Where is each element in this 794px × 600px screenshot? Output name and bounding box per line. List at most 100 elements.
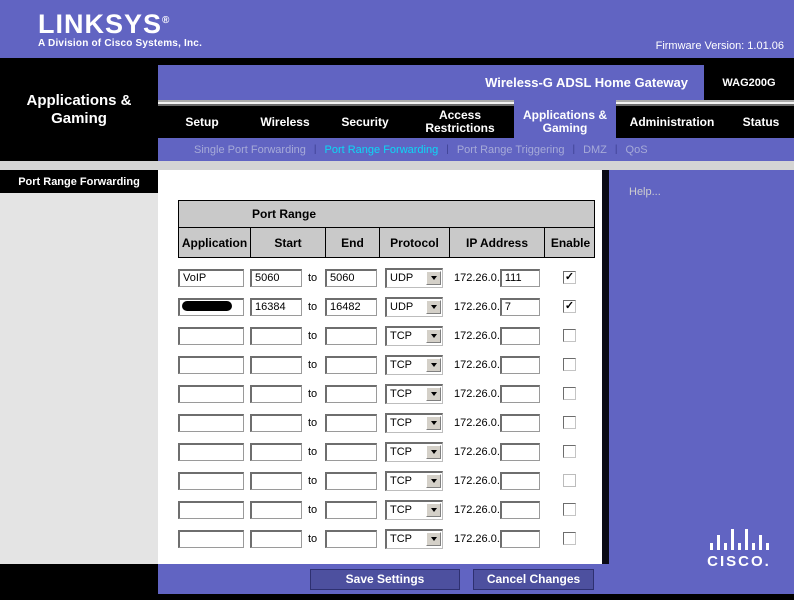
cancel-changes-button[interactable]: Cancel Changes [473, 569, 594, 590]
ip-last-octet-input[interactable] [500, 356, 540, 374]
ip-last-octet-input[interactable] [500, 443, 540, 461]
subnav-item-qos[interactable]: QoS [626, 144, 648, 156]
table-column-headers: ApplicationStartEndProtocolIP AddressEna… [178, 228, 595, 258]
enable-checkbox[interactable] [563, 532, 576, 545]
start-port-cell: to [250, 269, 325, 287]
protocol-select[interactable]: TCP [385, 471, 443, 491]
tab-administration[interactable]: Administration [616, 106, 728, 138]
start-port-input[interactable] [250, 356, 302, 374]
end-port-input[interactable] [325, 472, 377, 490]
ip-last-octet-input[interactable] [500, 530, 540, 548]
ip-last-octet-input[interactable] [500, 269, 540, 287]
cisco-bar [738, 543, 741, 550]
start-port-input[interactable] [250, 385, 302, 403]
enable-checkbox[interactable] [563, 416, 576, 429]
protocol-cell: TCP [379, 384, 449, 404]
application-input[interactable] [178, 356, 244, 374]
ip-last-octet-input[interactable] [500, 385, 540, 403]
start-port-input[interactable] [250, 530, 302, 548]
application-input[interactable] [178, 385, 244, 403]
tab-access-restrictions[interactable]: Access Restrictions [406, 106, 514, 138]
subnav-item-port-range-triggering[interactable]: Port Range Triggering [457, 144, 565, 156]
ip-prefix-label: 172.26.0. [454, 272, 500, 284]
start-port-input[interactable] [250, 298, 302, 316]
protocol-select[interactable]: TCP [385, 442, 443, 462]
ip-address-cell: 172.26.0. [449, 414, 544, 432]
start-port-input[interactable] [250, 327, 302, 345]
application-input[interactable] [178, 501, 244, 519]
enable-cell [544, 474, 595, 487]
start-port-input[interactable] [250, 269, 302, 287]
end-port-input[interactable] [325, 327, 377, 345]
start-port-input[interactable] [250, 414, 302, 432]
application-input[interactable] [178, 530, 244, 548]
ip-last-octet-input[interactable] [500, 298, 540, 316]
ip-last-octet-input[interactable] [500, 501, 540, 519]
protocol-select[interactable]: TCP [385, 384, 443, 404]
dropdown-button[interactable] [426, 503, 441, 517]
start-port-input[interactable] [250, 472, 302, 490]
protocol-select[interactable]: TCP [385, 529, 443, 549]
application-input[interactable] [178, 443, 244, 461]
end-port-input[interactable] [325, 269, 377, 287]
content-top-band [0, 161, 794, 170]
end-port-cell [325, 384, 379, 403]
protocol-select[interactable]: TCP [385, 413, 443, 433]
dropdown-button[interactable] [426, 416, 441, 430]
enable-checkbox[interactable] [563, 358, 576, 371]
protocol-select[interactable]: TCP [385, 326, 443, 346]
start-port-input[interactable] [250, 443, 302, 461]
end-port-input[interactable] [325, 414, 377, 432]
ip-last-octet-input[interactable] [500, 327, 540, 345]
dropdown-button[interactable] [426, 532, 441, 546]
end-port-input[interactable] [325, 530, 377, 548]
linksys-wordmark: LINKSYS® [38, 8, 202, 37]
application-cell [178, 529, 250, 548]
table-row: toTCP172.26.0. [178, 379, 595, 408]
tab-label: Administration [630, 116, 715, 129]
enable-checkbox[interactable] [563, 503, 576, 516]
protocol-select[interactable]: TCP [385, 355, 443, 375]
tab-wireless[interactable]: Wireless [246, 106, 324, 138]
start-port-input[interactable] [250, 501, 302, 519]
subnav-item-dmz[interactable]: DMZ [583, 144, 607, 156]
tab-status[interactable]: Status [728, 106, 794, 138]
ip-address-cell: 172.26.0. [449, 385, 544, 403]
application-input[interactable] [178, 269, 244, 287]
save-settings-button[interactable]: Save Settings [310, 569, 460, 590]
end-port-input[interactable] [325, 501, 377, 519]
end-port-input[interactable] [325, 443, 377, 461]
ip-last-octet-input[interactable] [500, 472, 540, 490]
tab-security[interactable]: Security [324, 106, 406, 138]
end-port-input[interactable] [325, 298, 377, 316]
help-link[interactable]: Help... [629, 186, 661, 198]
ip-last-octet-input[interactable] [500, 414, 540, 432]
dropdown-button[interactable] [426, 387, 441, 401]
subnav-item-single-port-forwarding[interactable]: Single Port Forwarding [194, 144, 306, 156]
protocol-select[interactable]: UDP [385, 297, 443, 317]
dropdown-button[interactable] [426, 445, 441, 459]
protocol-select[interactable]: TCP [385, 500, 443, 520]
dropdown-button[interactable] [426, 300, 441, 314]
enable-checkbox[interactable] [563, 387, 576, 400]
application-input[interactable] [178, 472, 244, 490]
end-port-input[interactable] [325, 356, 377, 374]
enable-checkbox[interactable] [563, 445, 576, 458]
application-input-wrap [178, 529, 244, 548]
application-input[interactable] [178, 414, 244, 432]
enable-checkbox[interactable] [563, 474, 576, 487]
dropdown-button[interactable] [426, 358, 441, 372]
application-input[interactable] [178, 327, 244, 345]
end-port-input[interactable] [325, 385, 377, 403]
enable-checkbox[interactable]: ✓ [563, 271, 576, 284]
enable-checkbox[interactable]: ✓ [563, 300, 576, 313]
dropdown-button[interactable] [426, 271, 441, 285]
dropdown-button[interactable] [426, 474, 441, 488]
protocol-select[interactable]: UDP [385, 268, 443, 288]
dropdown-button[interactable] [426, 329, 441, 343]
tab-applications-gaming[interactable]: Applications & Gaming [514, 106, 616, 138]
tab-setup[interactable]: Setup [158, 106, 246, 138]
enable-checkbox[interactable] [563, 329, 576, 342]
subnav-item-port-range-forwarding[interactable]: Port Range Forwarding [325, 144, 439, 156]
subnav-separator: | [446, 144, 449, 155]
